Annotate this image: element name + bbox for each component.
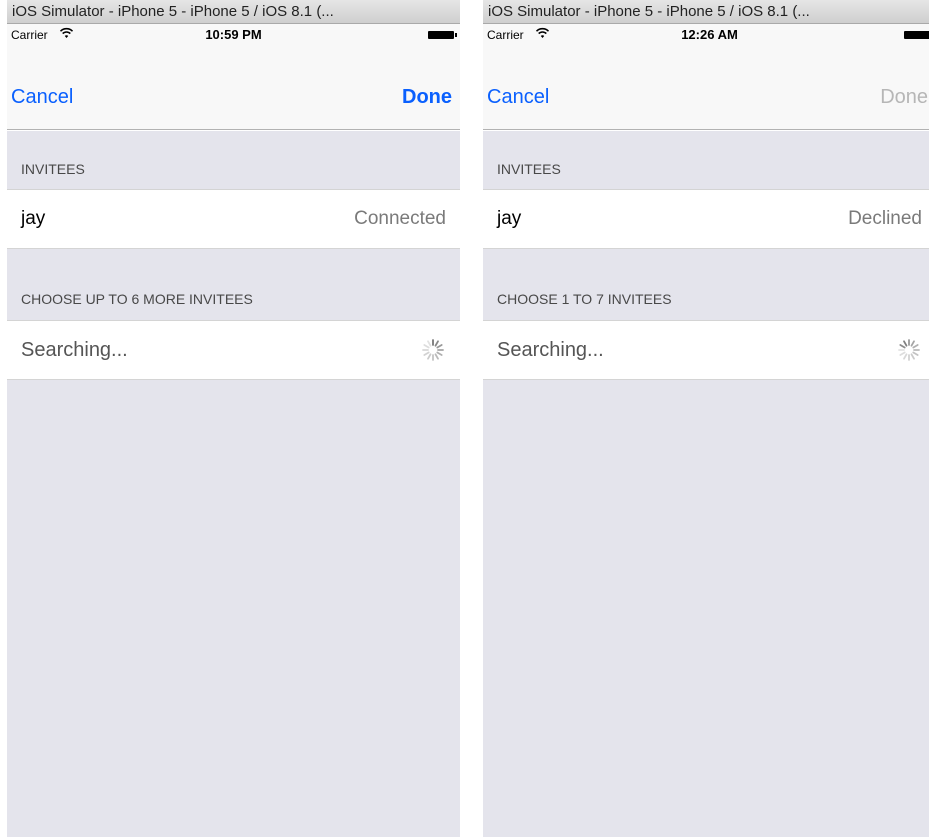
invitee-row[interactable]: jay Declined <box>483 189 929 249</box>
table-view[interactable]: INVITEES jay Connected CHOOSE UP TO 6 MO… <box>7 131 460 837</box>
simulator-window-left: iOS Simulator - iPhone 5 - iPhone 5 / iO… <box>7 0 460 837</box>
section-header-choose: CHOOSE 1 TO 7 INVITEES <box>483 249 929 319</box>
section-header-label: INVITEES <box>21 161 85 177</box>
done-button[interactable]: Done <box>402 86 452 109</box>
window-title: iOS Simulator - iPhone 5 - iPhone 5 / iO… <box>483 0 929 24</box>
section-header-label: CHOOSE 1 TO 7 INVITEES <box>497 291 672 307</box>
activity-spinner-icon <box>898 339 920 361</box>
cancel-button[interactable]: Cancel <box>487 86 549 109</box>
battery-icon <box>428 31 457 39</box>
cancel-button[interactable]: Cancel <box>11 86 73 109</box>
status-bar: Carrier 10:59 PM <box>7 24 460 46</box>
searching-row: Searching... <box>7 320 460 380</box>
section-header-choose: CHOOSE UP TO 6 MORE INVITEES <box>7 249 460 319</box>
searching-label: Searching... <box>497 339 604 361</box>
status-time: 10:59 PM <box>205 27 262 42</box>
status-bar: Carrier 12:26 AM <box>483 24 929 46</box>
table-view[interactable]: INVITEES jay Declined CHOOSE 1 TO 7 INVI… <box>483 131 929 837</box>
searching-row: Searching... <box>483 320 929 380</box>
section-header-invitees: INVITEES <box>7 131 460 189</box>
done-button[interactable]: Done <box>880 86 928 109</box>
status-time: 12:26 AM <box>681 27 738 42</box>
navigation-bar: Cancel Done <box>7 46 460 130</box>
searching-label: Searching... <box>21 339 128 361</box>
invitee-name: jay <box>21 208 46 229</box>
navigation-bar: Cancel Done <box>483 46 929 130</box>
invitee-name: jay <box>497 208 522 229</box>
simulator-window-right: iOS Simulator - iPhone 5 - iPhone 5 / iO… <box>483 0 929 837</box>
invitee-status: Connected <box>354 208 446 229</box>
window-title: iOS Simulator - iPhone 5 - iPhone 5 / iO… <box>7 0 460 24</box>
invitee-status: Declined <box>848 208 922 229</box>
section-header-invitees: INVITEES <box>483 131 929 189</box>
section-header-label: CHOOSE UP TO 6 MORE INVITEES <box>21 291 253 307</box>
activity-spinner-icon <box>422 339 444 361</box>
invitee-row[interactable]: jay Connected <box>7 189 460 249</box>
battery-icon <box>904 31 929 39</box>
section-header-label: INVITEES <box>497 161 561 177</box>
